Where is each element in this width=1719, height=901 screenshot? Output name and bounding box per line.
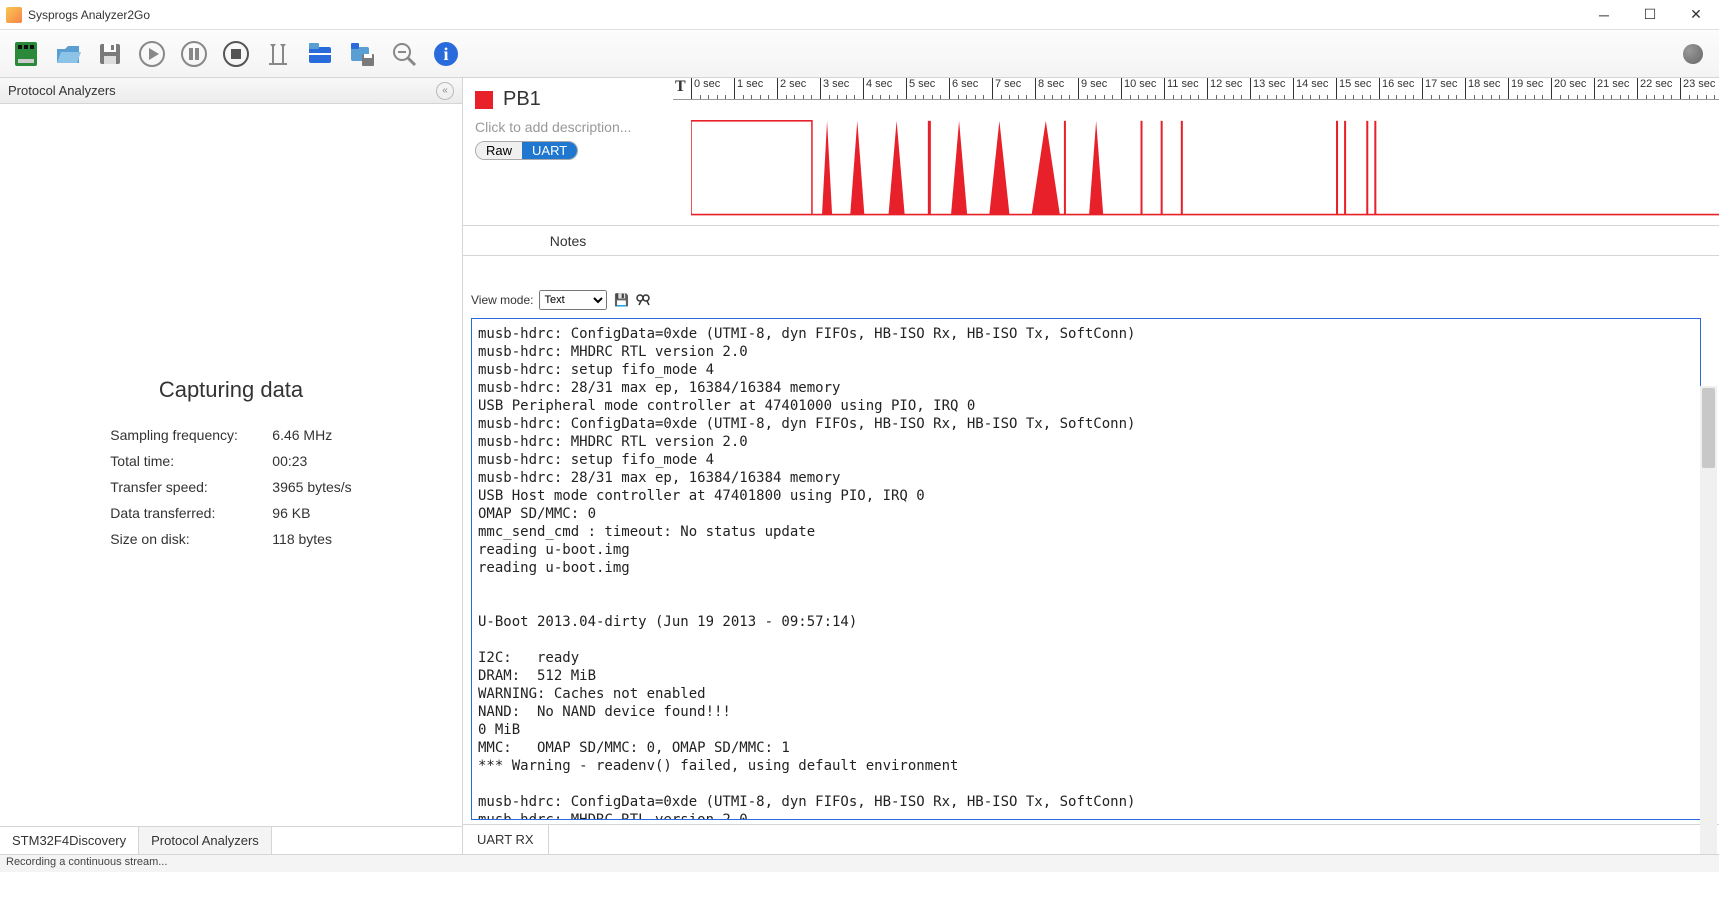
toolbar: i <box>0 30 1719 78</box>
sidebar-tabs: STM32F4Discovery Protocol Analyzers <box>0 826 462 854</box>
notes-label[interactable]: Notes <box>463 226 673 255</box>
log-textarea[interactable]: musb-hdrc: ConfigData=0xde (UTMI-8, dyn … <box>471 318 1701 820</box>
sidebar-header: Protocol Analyzers « <box>0 78 462 104</box>
titlebar: Sysprogs Analyzer2Go ─ ☐ ✕ <box>0 0 1719 30</box>
info-icon[interactable]: i <box>428 36 464 72</box>
stat-label: Size on disk: <box>102 527 262 551</box>
zoom-out-icon[interactable] <box>386 36 422 72</box>
stat-value: 00:23 <box>264 449 359 473</box>
waveform-area[interactable]: T 0 sec1 sec2 sec3 sec4 sec5 sec6 sec7 s… <box>673 78 1719 225</box>
capture-title: Capturing data <box>159 377 303 403</box>
save-log-icon[interactable]: 💾 <box>613 292 629 308</box>
tab-uart-rx[interactable]: UART RX <box>463 825 549 854</box>
signal-mode-toggle[interactable]: Raw UART <box>475 141 578 160</box>
viewmode-select[interactable]: Text <box>539 290 607 310</box>
content-tabs: UART RX <box>463 824 1719 854</box>
stop-icon[interactable] <box>218 36 254 72</box>
statusbar: Recording a continuous stream... <box>0 854 1719 872</box>
close-button[interactable]: ✕ <box>1673 0 1719 30</box>
open-icon[interactable] <box>50 36 86 72</box>
find-icon[interactable] <box>635 292 651 308</box>
tab-protocol-analyzers[interactable]: Protocol Analyzers <box>139 827 272 854</box>
mode-raw[interactable]: Raw <box>476 142 522 159</box>
window-title: Sysprogs Analyzer2Go <box>28 8 150 22</box>
stat-label: Total time: <box>102 449 262 473</box>
play-icon[interactable] <box>134 36 170 72</box>
collapse-sidebar-icon[interactable]: « <box>436 82 454 100</box>
folder-blue-icon[interactable] <box>302 36 338 72</box>
marker-icon[interactable] <box>260 36 296 72</box>
signal-description[interactable]: Click to add description... <box>475 119 661 135</box>
board-icon[interactable] <box>8 36 44 72</box>
svg-text:i: i <box>443 44 448 64</box>
stat-label: Transfer speed: <box>102 475 262 499</box>
ruler-cursor-icon: T <box>675 78 686 96</box>
minimize-button[interactable]: ─ <box>1581 0 1627 30</box>
mode-uart[interactable]: UART <box>522 142 577 159</box>
sidebar-title: Protocol Analyzers <box>8 83 116 98</box>
sidebar: Protocol Analyzers « Capturing data Samp… <box>0 78 463 854</box>
status-indicator <box>1683 44 1703 64</box>
stat-value: 118 bytes <box>264 527 359 551</box>
maximize-button[interactable]: ☐ <box>1627 0 1673 30</box>
signal-color-swatch[interactable] <box>475 91 493 109</box>
scroll-thumb[interactable] <box>1702 388 1715 468</box>
signal-panel: PB1 Click to add description... Raw UART <box>463 78 673 225</box>
stat-value: 6.46 MHz <box>264 423 359 447</box>
content-area: PB1 Click to add description... Raw UART… <box>463 78 1719 854</box>
pause-icon[interactable] <box>176 36 212 72</box>
tab-device[interactable]: STM32F4Discovery <box>0 827 139 854</box>
time-ruler[interactable]: T 0 sec1 sec2 sec3 sec4 sec5 sec6 sec7 s… <box>673 78 1719 100</box>
save-icon[interactable] <box>92 36 128 72</box>
stat-value: 96 KB <box>264 501 359 525</box>
stat-label: Sampling frequency: <box>102 423 262 447</box>
folder-save-icon[interactable] <box>344 36 380 72</box>
notes-track[interactable] <box>673 226 1719 255</box>
capture-stats: Sampling frequency:6.46 MHz Total time:0… <box>100 421 361 553</box>
stat-label: Data transferred: <box>102 501 262 525</box>
stat-value: 3965 bytes/s <box>264 475 359 499</box>
waveform[interactable] <box>691 100 1719 225</box>
viewmode-label: View mode: <box>471 293 533 307</box>
app-icon <box>6 7 22 23</box>
log-scrollbar[interactable]: ▲ ▼ <box>1700 386 1717 854</box>
signal-name: PB1 <box>503 88 541 111</box>
